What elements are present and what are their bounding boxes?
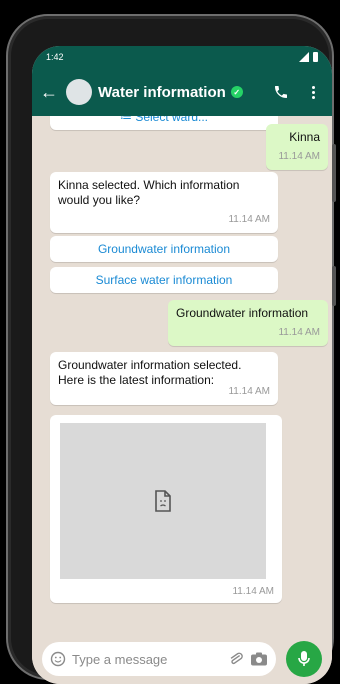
composer: Type a message [32,636,332,684]
broken-image-icon [155,490,171,512]
message-time: 11.14 AM [228,214,270,225]
verified-badge-icon: ✓ [230,86,243,98]
chat-title-text: Water information [98,83,226,101]
power-button [332,266,336,306]
message-input[interactable]: Type a message [42,642,276,676]
back-arrow-icon[interactable]: ← [40,82,62,103]
message-placeholder: Type a message [72,651,168,667]
status-icons [299,52,318,62]
phone-call-icon[interactable] [268,84,294,100]
message-outgoing: Groundwater information 11.14 AM [168,300,328,346]
image-placeholder[interactable] [60,423,266,579]
message-time: 11.14 AM [278,151,320,162]
chat-header: ← Water information ✓ [32,68,332,116]
message-text: Groundwater information [176,306,309,320]
chat-area[interactable]: ≔ Select ward... Kinna 11.14 AM Kinna se… [32,116,332,636]
image-message[interactable]: 11.14 AM [50,415,282,603]
message-incoming: Groundwater information selected. Here i… [50,352,278,405]
message-text: Kinna [289,130,320,144]
microphone-icon [298,651,310,666]
attachment-icon[interactable] [228,651,244,667]
battery-icon [313,52,318,62]
phone-frame: 1:42 ← Water information ✓ ≔ Select ward… [6,14,336,684]
more-options-icon[interactable] [302,85,324,99]
avatar[interactable] [66,79,92,105]
status-time: 1:42 [46,52,64,62]
message-text: Kinna selected. Which information would … [58,178,240,207]
message-text: Groundwater information selected. Here i… [58,358,242,387]
camera-icon[interactable] [250,651,268,667]
microphone-button[interactable] [286,641,322,677]
screen: 1:42 ← Water information ✓ ≔ Select ward… [32,46,332,684]
select-ward-button[interactable]: ≔ Select ward... [50,116,278,130]
message-time: 11.14 AM [232,586,274,597]
message-time: 11.14 AM [278,327,320,338]
emoji-icon[interactable] [50,651,66,667]
signal-icon [299,52,309,62]
message-incoming: Kinna selected. Which information would … [50,172,278,233]
volume-button [332,144,336,202]
message-outgoing: Kinna 11.14 AM [266,124,328,170]
surface-water-option-button[interactable]: Surface water information [50,267,278,293]
status-bar: 1:42 [32,46,332,68]
chat-title[interactable]: Water information ✓ [98,84,243,101]
groundwater-option-button[interactable]: Groundwater information [50,236,278,262]
